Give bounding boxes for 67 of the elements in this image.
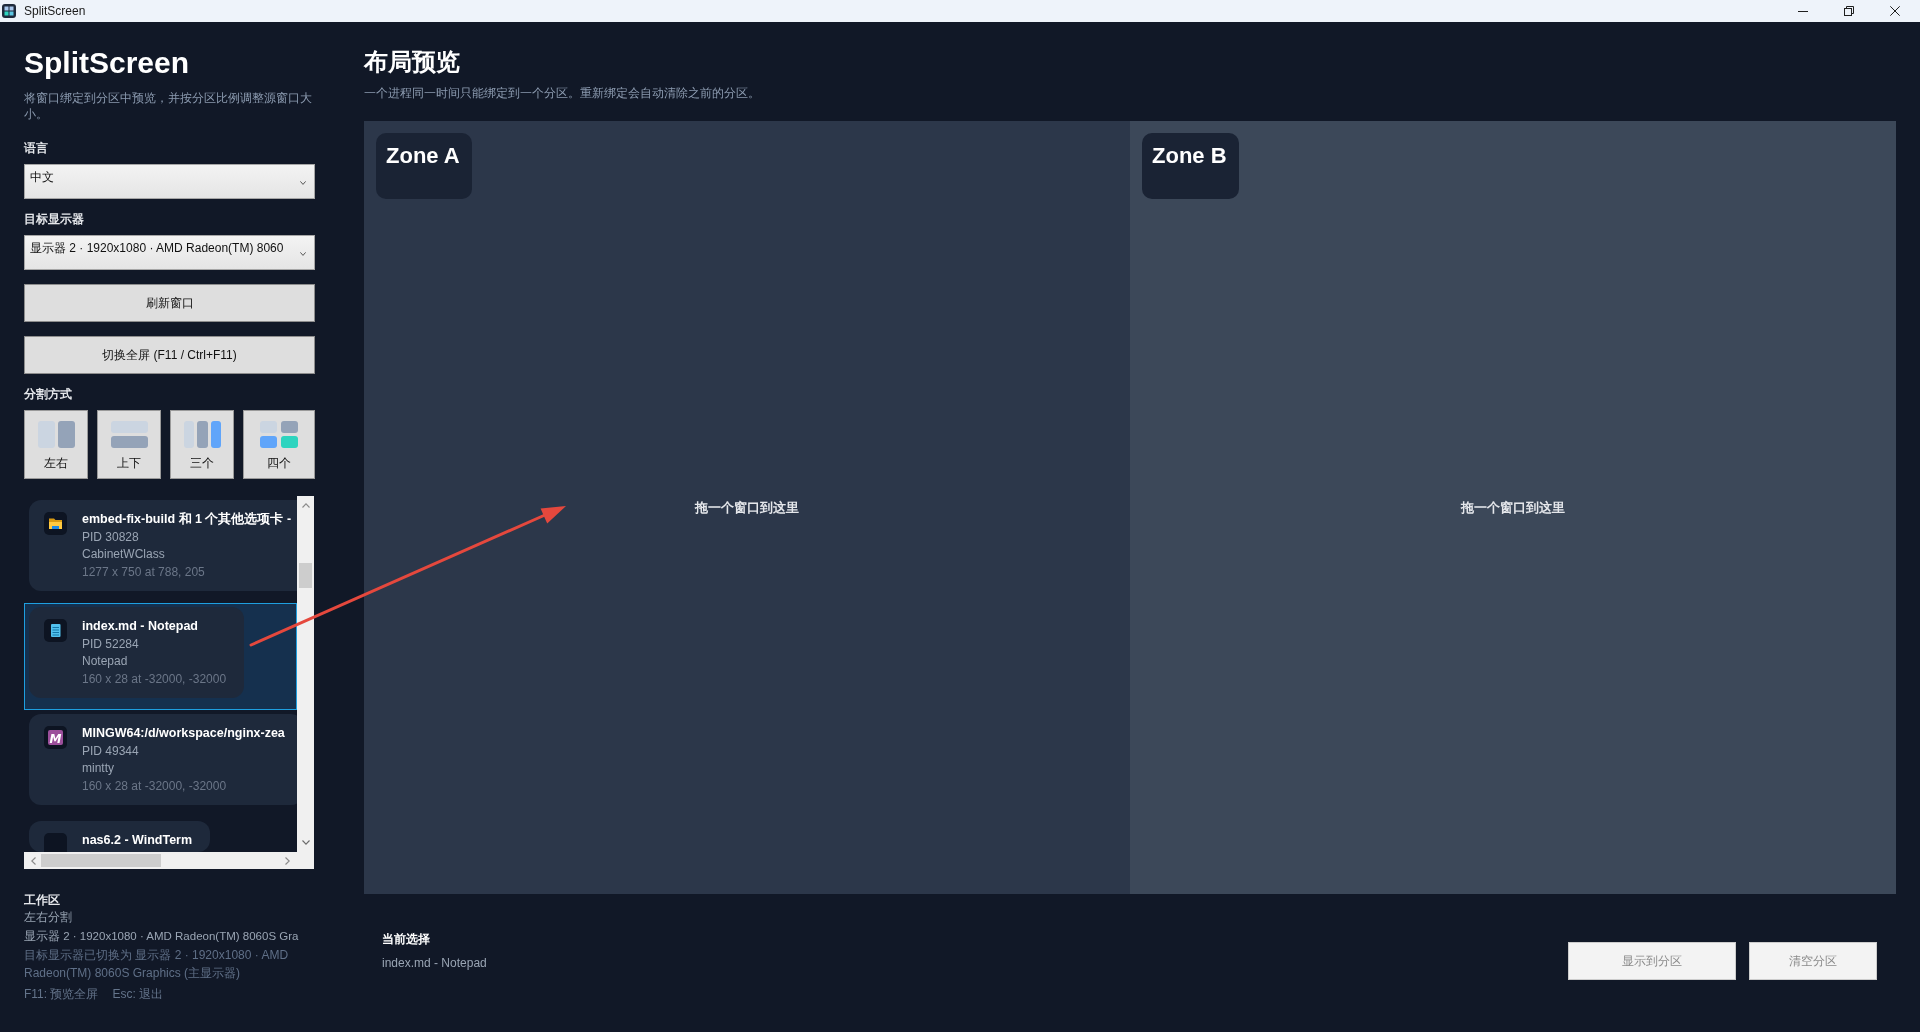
window-title: nas6.2 - WindTerm <box>82 832 193 849</box>
layout-button[interactable]: 四个 <box>243 410 315 479</box>
scrollbar-thumb[interactable] <box>41 854 161 867</box>
window-row[interactable]: embed-fix-build 和 1 个其他选项卡 - PID 30828 CabinetWClass 1277 x 750 at 788, 205 <box>24 496 297 603</box>
vertical-scrollbar[interactable] <box>297 496 314 852</box>
action-button[interactable]: 切换全屏 (F11 / Ctrl+F11) <box>24 336 315 374</box>
chevron-down-icon[interactable] <box>300 252 306 256</box>
chevron-left-icon[interactable] <box>31 856 36 865</box>
monitor-select[interactable]: 显示器 2 · 1920x1080 · AMD Radeon(TM) 8060 <box>24 235 315 270</box>
window-row[interactable]: M MINGW64:/d/workspace/nginx-zea PID 49344 mintty 160 x 28 at -32000, -32000 <box>24 710 297 817</box>
status-message: 目标显示器已切换为 显示器 2 · 1920x1080 · AMD Radeon(TM) 8060S Graphics (主显示器) <box>24 947 290 982</box>
field-label: 目标显示器 <box>24 211 85 227</box>
shortcut-hint: F11: 预览全屏 <box>24 986 99 1003</box>
layout-button[interactable]: 三个 <box>170 410 234 479</box>
window-class: Notepad <box>82 653 129 670</box>
notepad-icon <box>44 619 67 642</box>
window-geometry: 160 x 28 at -32000, -32000 <box>82 670 227 688</box>
letter-icon: M <box>44 726 67 749</box>
four-grid-icon <box>260 421 298 448</box>
shortcut-hint: Esc: 退出 <box>112 986 164 1003</box>
window-geometry: 160 x 28 at -32000, -32000 <box>82 777 228 795</box>
layout-button[interactable]: 上下 <box>97 410 161 479</box>
window-title: embed-fix-build 和 1 个其他选项卡 - <box>82 511 292 528</box>
workspace-layout: 左右分割 <box>24 909 73 926</box>
layout-button[interactable]: 左右 <box>24 410 88 479</box>
window-row[interactable]: nas6.2 - WindTerm <box>24 817 297 852</box>
horizontal-scrollbar[interactable] <box>24 852 297 869</box>
chevron-down-icon[interactable] <box>301 840 310 845</box>
window-title: MINGW64:/d/workspace/nginx-zea <box>82 725 285 742</box>
window-class: CabinetWClass <box>82 546 166 563</box>
zone-label: Zone B <box>1142 133 1239 199</box>
process-id: PID 30828 <box>82 528 140 546</box>
current-selection-label: 当前选择 <box>382 931 431 947</box>
page-subtitle: 一个进程同一时间只能绑定到一个分区。重新绑定会自动清除之前的分区。 <box>364 85 761 101</box>
folder-icon <box>44 512 67 535</box>
window-title: index.md - Notepad <box>82 618 199 635</box>
chevron-up-icon[interactable] <box>301 503 310 508</box>
grid-icon <box>2 4 16 18</box>
window-geometry: 1277 x 750 at 788, 205 <box>82 563 206 581</box>
process-id: PID 49344 <box>82 742 140 760</box>
app-description: 将窗口绑定到分区中预览，并按分区比例调整源窗口大小。 <box>24 90 313 122</box>
minimize-icon[interactable] <box>1798 10 1808 12</box>
three-columns-icon <box>183 421 221 448</box>
drop-hint: 拖一个窗口到这里 <box>1461 498 1565 517</box>
close-icon[interactable] <box>1890 6 1900 16</box>
window-row[interactable]: index.md - Notepad PID 52284 Notepad 160 x 28 at -32000, -32000 <box>24 603 297 710</box>
chevron-right-icon[interactable] <box>285 856 290 865</box>
chevron-down-icon[interactable] <box>300 181 306 185</box>
restore-icon[interactable] <box>1844 6 1854 16</box>
page-heading: 布局预览 <box>364 47 461 77</box>
app-tile-icon <box>44 833 67 852</box>
action-button[interactable]: 刷新窗口 <box>24 284 315 322</box>
field-label: 语言 <box>24 140 49 156</box>
zone-label: Zone A <box>376 133 472 199</box>
window-class: mintty <box>82 760 115 777</box>
process-id: PID 52284 <box>82 635 140 653</box>
workspace-monitor: 显示器 2 · 1920x1080 · AMD Radeon(TM) 8060S Gra <box>24 929 299 944</box>
split-columns-icon <box>37 421 75 448</box>
app-heading: SplitScreen <box>24 45 191 81</box>
section-heading: 工作区 <box>24 892 61 908</box>
drop-hint: 拖一个窗口到这里 <box>695 498 799 517</box>
current-selection-value: index.md - Notepad <box>382 955 487 971</box>
scrollbar-thumb[interactable] <box>299 563 312 588</box>
split-rows-icon <box>110 421 148 448</box>
language-select[interactable]: 中文 <box>24 164 315 199</box>
field-label: 分割方式 <box>24 386 73 402</box>
window-title: SplitScreen <box>24 4 86 18</box>
